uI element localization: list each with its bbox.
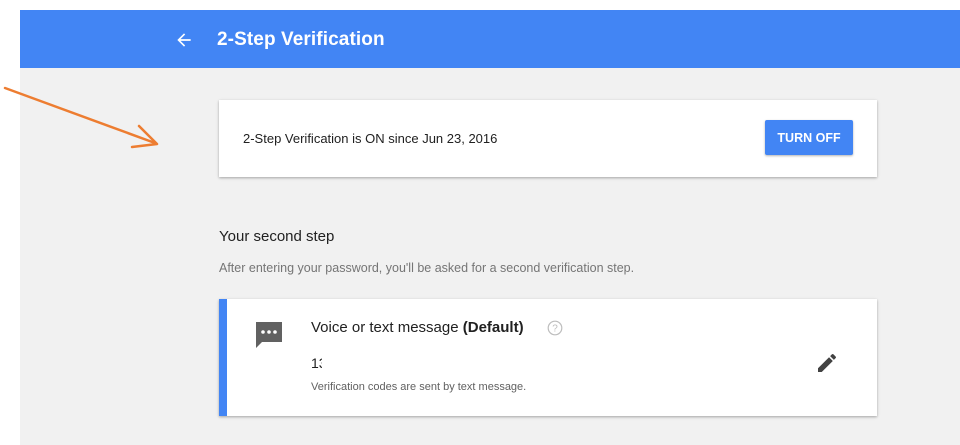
- verification-method-card: Voice or text message (Default) ? 13 88 …: [219, 299, 877, 416]
- page: 2-Step Verification 2-Step Verification …: [20, 10, 960, 445]
- method-name: Voice or text message: [311, 319, 459, 336]
- pencil-edit-icon[interactable]: [815, 351, 839, 375]
- sms-message-icon: [256, 322, 282, 348]
- redaction-mask: [322, 353, 370, 373]
- svg-text:?: ?: [552, 324, 558, 335]
- status-text: 2-Step Verification is ON since Jun 23, …: [243, 131, 498, 146]
- arrow-left-icon: [177, 33, 191, 47]
- default-label: (Default): [462, 319, 524, 336]
- card-accent-bar: [219, 299, 227, 416]
- second-step-title: Your second step: [219, 228, 335, 245]
- help-circle-icon[interactable]: ?: [547, 320, 563, 336]
- method-note: Verification codes are sent by text mess…: [311, 381, 527, 393]
- status-card: 2-Step Verification is ON since Jun 23, …: [219, 100, 877, 177]
- page-title: 2-Step Verification: [217, 29, 385, 50]
- back-button[interactable]: [170, 26, 198, 54]
- turn-off-button[interactable]: TURN OFF: [765, 120, 853, 155]
- method-title: Voice or text message (Default): [311, 319, 524, 336]
- app-bar: 2-Step Verification: [20, 10, 960, 68]
- second-step-description: After entering your password, you'll be …: [219, 261, 635, 275]
